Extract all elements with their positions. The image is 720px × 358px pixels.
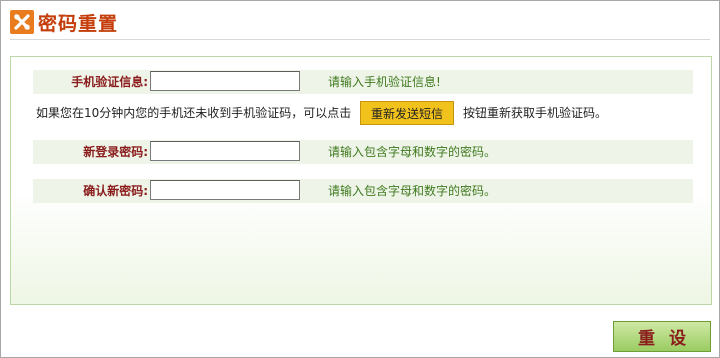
sms-hint: 请输入手机验证信息! [328,75,441,89]
resend-suffix-text: 按钮重新获取手机验证码。 [463,106,608,120]
reset-form-panel: 手机验证信息: 请输入手机验证信息! 如果您在10分钟内您的手机还未收到手机验证… [10,56,712,305]
confirm-password-input[interactable] [150,180,300,200]
resend-prefix-text: 如果您在10分钟内您的手机还未收到手机验证码，可以点击 [36,106,352,120]
confirm-password-row: 确认新密码: 请输入包含字母和数字的密码。 [33,179,693,203]
page-title: 密码重置 [38,12,119,35]
sms-row: 手机验证信息: 请输入手机验证信息! [33,70,693,94]
new-password-hint: 请输入包含字母和数字的密码。 [328,145,497,159]
new-password-input[interactable] [150,141,300,161]
reset-password-window: 密码重置 手机验证信息: 请输入手机验证信息! 如果您在10分钟内您的手机还未收… [0,0,720,358]
new-password-row: 新登录密码: 请输入包含字母和数字的密码。 [33,140,693,164]
resend-row: 如果您在10分钟内您的手机还未收到手机验证码，可以点击 重新发送短信 按钮重新获… [33,101,693,125]
title-divider [10,39,710,40]
new-password-label: 新登录密码: [83,145,148,159]
sms-label: 手机验证信息: [71,75,148,89]
confirm-password-hint: 请输入包含字母和数字的密码。 [328,184,497,198]
reset-button[interactable]: 重设 [613,321,711,352]
wrench-cross-icon [10,10,34,34]
resend-sms-button[interactable]: 重新发送短信 [360,101,454,125]
confirm-password-label: 确认新密码: [83,184,148,198]
sms-code-input[interactable] [150,71,300,91]
title-bar: 密码重置 [10,10,119,35]
